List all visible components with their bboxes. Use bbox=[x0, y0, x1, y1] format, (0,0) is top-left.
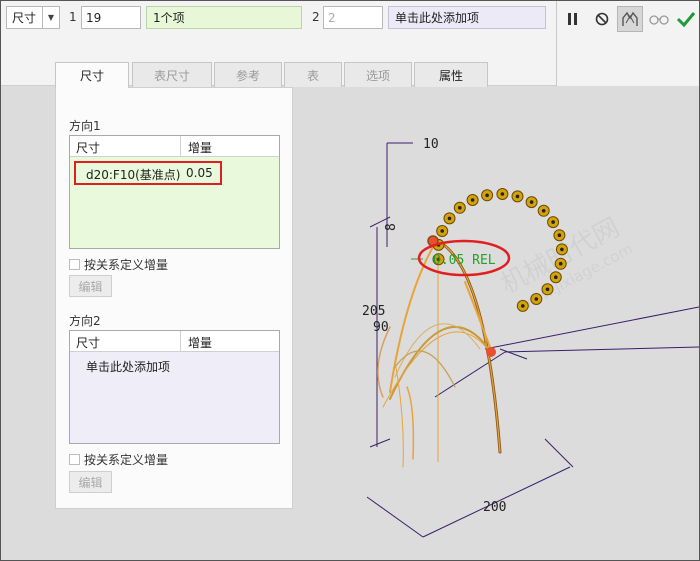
row-dimension: d20:F10(基准点) bbox=[86, 168, 181, 182]
table-row[interactable]: d20:F10(基准点) 0.05 bbox=[74, 161, 222, 185]
dir1-edit-button[interactable]: 编辑 bbox=[69, 275, 112, 297]
row-increment: 0.05 bbox=[186, 166, 213, 180]
column-dimension: 尺寸 bbox=[76, 141, 101, 155]
preview-icon bbox=[622, 11, 638, 26]
direction2-table[interactable]: 尺寸 增量 单击此处添加项 bbox=[69, 330, 280, 444]
tab-properties[interactable]: 属性 bbox=[414, 62, 488, 87]
direction2-label: 2 bbox=[312, 10, 320, 24]
pattern-point-center bbox=[558, 261, 563, 266]
pattern-point-center bbox=[500, 192, 505, 196]
pattern-point-center bbox=[470, 198, 475, 202]
column-dimension: 尺寸 bbox=[76, 336, 101, 350]
graphics-window[interactable]: 机械时代网 www.jixiage.com 10 8 205 90 200 0.… bbox=[295, 87, 699, 561]
tab-dimensions[interactable]: 尺寸 bbox=[55, 62, 129, 88]
pattern-point-center bbox=[551, 220, 555, 224]
dir1-relation-checkbox[interactable]: 按关系定义增量 bbox=[69, 256, 168, 273]
checkbox[interactable] bbox=[69, 454, 80, 465]
control-buttons-panel bbox=[556, 1, 699, 86]
dimensions-panel: 方向1 尺寸 增量 d20:F10(基准点) 0.05 按关系定义增量 编辑 方… bbox=[55, 87, 293, 509]
pause-button[interactable] bbox=[560, 6, 586, 32]
stop-button[interactable] bbox=[589, 6, 615, 32]
anchor-point[interactable] bbox=[486, 347, 496, 357]
pattern-point-center bbox=[557, 233, 562, 237]
checkmark-icon bbox=[676, 12, 696, 28]
pattern-point-center bbox=[521, 304, 525, 308]
pattern-point-center bbox=[554, 275, 558, 279]
dir2-edit-button[interactable]: 编辑 bbox=[69, 471, 112, 493]
column-increment: 增量 bbox=[188, 141, 213, 155]
glasses-icon bbox=[649, 15, 669, 25]
pattern-point-center bbox=[560, 247, 564, 252]
stop-icon bbox=[595, 12, 609, 26]
tab-references[interactable]: 参考 bbox=[214, 62, 282, 87]
pattern-point-center bbox=[515, 194, 520, 199]
tab-table-dimensions[interactable]: 表尺寸 bbox=[132, 62, 212, 87]
app-window: 尺寸 ▼ 1 19 1个项 2 2 单击此处添加项 尺寸 表尺寸 参考 表 选项… bbox=[0, 0, 700, 561]
dir2-relation-checkbox[interactable]: 按关系定义增量 bbox=[69, 451, 168, 468]
add-item-placeholder[interactable]: 单击此处添加项 bbox=[86, 358, 170, 375]
checkbox-label: 按关系定义增量 bbox=[84, 258, 169, 272]
tab-options[interactable]: 选项 bbox=[344, 62, 412, 87]
dimension-205[interactable]: 205 bbox=[362, 304, 385, 319]
dimension-90[interactable]: 90 bbox=[373, 320, 389, 335]
direction1-count-input[interactable]: 19 bbox=[81, 6, 141, 29]
chevron-down-icon: ▼ bbox=[42, 7, 59, 28]
direction2-title: 方向2 bbox=[69, 314, 101, 328]
checkbox[interactable] bbox=[69, 259, 80, 270]
verify-button[interactable] bbox=[646, 6, 672, 32]
pattern-point-center bbox=[458, 206, 462, 210]
dimension-200[interactable]: 200 bbox=[483, 500, 506, 515]
direction1-collector[interactable]: 1个项 bbox=[146, 6, 302, 29]
pattern-point-center bbox=[485, 193, 489, 198]
dimension-8[interactable]: 8 bbox=[384, 223, 399, 231]
pattern-point-center bbox=[541, 209, 546, 213]
tab-table[interactable]: 表 bbox=[284, 62, 342, 87]
direction1-table-header: 尺寸 增量 bbox=[70, 136, 279, 157]
pattern-point-center bbox=[440, 229, 444, 233]
ok-button[interactable] bbox=[673, 6, 699, 32]
direction1-title: 方向1 bbox=[69, 119, 101, 133]
pattern-point-center bbox=[529, 200, 534, 204]
dimension-10[interactable]: 10 bbox=[423, 137, 439, 152]
direction1-table[interactable]: 尺寸 增量 d20:F10(基准点) 0.05 bbox=[69, 135, 280, 249]
increment-label[interactable]: 0.05 REL bbox=[433, 253, 496, 268]
pattern-type-dropdown[interactable]: 尺寸 ▼ bbox=[6, 6, 60, 29]
model-view[interactable]: 机械时代网 www.jixiage.com 10 8 205 90 200 0.… bbox=[295, 87, 699, 561]
direction2-table-header: 尺寸 增量 bbox=[70, 331, 279, 352]
checkbox-label: 按关系定义增量 bbox=[84, 453, 169, 467]
pattern-point-center bbox=[447, 216, 452, 221]
direction2-count-input[interactable]: 2 bbox=[323, 6, 383, 29]
pause-icon bbox=[568, 13, 577, 25]
direction2-collector[interactable]: 单击此处添加项 bbox=[388, 6, 546, 29]
pattern-type-value: 尺寸 bbox=[12, 11, 37, 25]
direction1-label: 1 bbox=[69, 10, 77, 24]
pattern-point-center bbox=[534, 297, 539, 301]
feature-preview-button[interactable] bbox=[617, 6, 643, 32]
pattern-point-center bbox=[545, 287, 550, 292]
column-increment: 增量 bbox=[188, 336, 213, 350]
